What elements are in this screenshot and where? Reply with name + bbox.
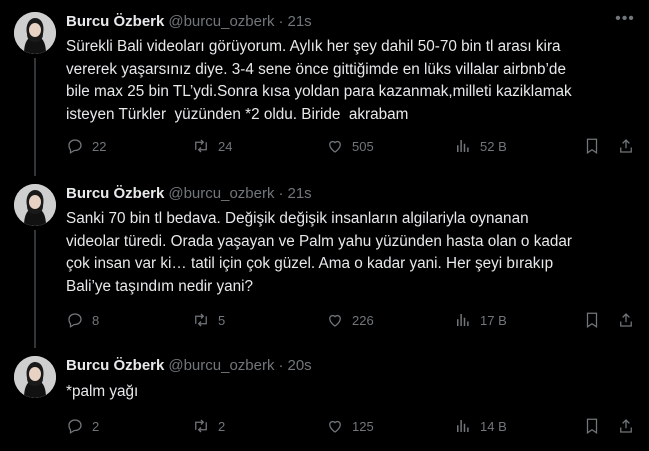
bookmark-icon <box>586 312 598 328</box>
bookmark-button[interactable] <box>583 135 601 157</box>
share-icon <box>620 313 632 327</box>
retweet-icon <box>195 139 207 153</box>
bookmark-icon <box>586 138 598 154</box>
like-button[interactable]: 505 <box>326 135 374 157</box>
retweet-count: 5 <box>218 312 226 328</box>
views-button[interactable]: 52 B <box>454 135 507 157</box>
like-count: 226 <box>352 312 374 328</box>
avatar[interactable] <box>14 184 56 226</box>
tweet-text: Sürekli Bali videoları görüyorum. Aylık … <box>66 38 572 123</box>
share-button[interactable] <box>617 135 635 157</box>
timestamp[interactable]: 21s <box>287 13 311 30</box>
reply-button[interactable]: 22 <box>66 135 106 157</box>
separator-dot: · <box>278 357 284 374</box>
retweet-button[interactable]: 2 <box>192 415 225 437</box>
separator-dot: · <box>278 13 284 30</box>
retweet-icon <box>195 313 207 327</box>
reply-button[interactable]: 8 <box>66 309 99 331</box>
like-count: 125 <box>352 418 374 434</box>
views-icon <box>457 420 469 432</box>
views-icon <box>457 140 469 152</box>
timestamp[interactable]: 21s <box>287 185 311 202</box>
tweet[interactable]: Burcu Özberk @burcu_ozberk · 21s Sanki 70 b… <box>0 184 649 334</box>
display-name[interactable]: Burcu Özberk <box>66 185 164 202</box>
retweet-icon <box>195 419 207 433</box>
reply-count: 22 <box>92 138 107 154</box>
tweet-header: Burcu Özberk @burcu_ozberk · 21s <box>66 185 312 202</box>
tweet-header: Burcu Özberk @burcu_ozberk · 20s <box>66 357 312 374</box>
tweet-header: Burcu Özberk @burcu_ozberk · 21s <box>66 13 312 30</box>
retweet-count: 2 <box>218 418 226 434</box>
tweet-actions: 8 5 226 17 B <box>66 309 641 331</box>
retweet-count: 24 <box>218 138 233 154</box>
reply-icon <box>68 419 82 434</box>
tweet-actions: 2 2 125 14 B <box>66 415 641 437</box>
views-button[interactable]: 17 B <box>454 309 507 331</box>
share-button[interactable] <box>617 309 635 331</box>
display-name[interactable]: Burcu Özberk <box>66 13 164 30</box>
like-count: 505 <box>352 138 374 154</box>
heart-icon <box>329 420 341 433</box>
share-icon <box>620 419 632 433</box>
like-button[interactable]: 125 <box>326 415 374 437</box>
thread-timeline: Burcu Özberk @burcu_ozberk · 21s ••• Sürekl… <box>0 0 649 451</box>
heart-icon <box>329 314 341 327</box>
reply-icon <box>68 139 82 154</box>
views-count: 14 B <box>480 418 507 434</box>
views-count: 17 B <box>480 312 507 328</box>
reply-count: 2 <box>92 418 100 434</box>
more-icon[interactable]: ••• <box>615 11 635 32</box>
like-button[interactable]: 226 <box>326 309 374 331</box>
avatar[interactable] <box>14 12 56 54</box>
retweet-button[interactable]: 24 <box>192 135 232 157</box>
user-handle[interactable]: @burcu_ozberk <box>168 13 274 30</box>
tweet[interactable]: Burcu Özberk @burcu_ozberk · 21s ••• Sürekl… <box>0 11 649 162</box>
bookmark-button[interactable] <box>583 309 601 331</box>
user-handle[interactable]: @burcu_ozberk <box>168 357 274 374</box>
tweet-text: *palm yağı <box>66 383 139 400</box>
bookmark-icon <box>586 418 598 434</box>
timestamp[interactable]: 20s <box>287 357 311 374</box>
display-name[interactable]: Burcu Özberk <box>66 357 164 374</box>
avatar[interactable] <box>14 356 56 398</box>
views-icon <box>457 314 469 326</box>
retweet-button[interactable]: 5 <box>192 309 225 331</box>
heart-icon <box>329 140 341 153</box>
share-button[interactable] <box>617 415 635 437</box>
separator-dot: · <box>278 185 284 202</box>
reply-button[interactable]: 2 <box>66 415 99 437</box>
bookmark-button[interactable] <box>583 415 601 437</box>
tweet-text: Sanki 70 bin tl bedava. Değişik değişik … <box>66 210 572 295</box>
views-button[interactable]: 14 B <box>454 415 507 437</box>
reply-count: 8 <box>92 312 100 328</box>
tweet-actions: 22 24 505 52 B <box>66 135 641 157</box>
tweet[interactable]: Burcu Özberk @burcu_ozberk · 20s *palm yağı… <box>0 356 649 446</box>
reply-icon <box>68 313 82 328</box>
share-icon <box>620 139 632 153</box>
views-count: 52 B <box>480 138 507 154</box>
user-handle[interactable]: @burcu_ozberk <box>168 185 274 202</box>
